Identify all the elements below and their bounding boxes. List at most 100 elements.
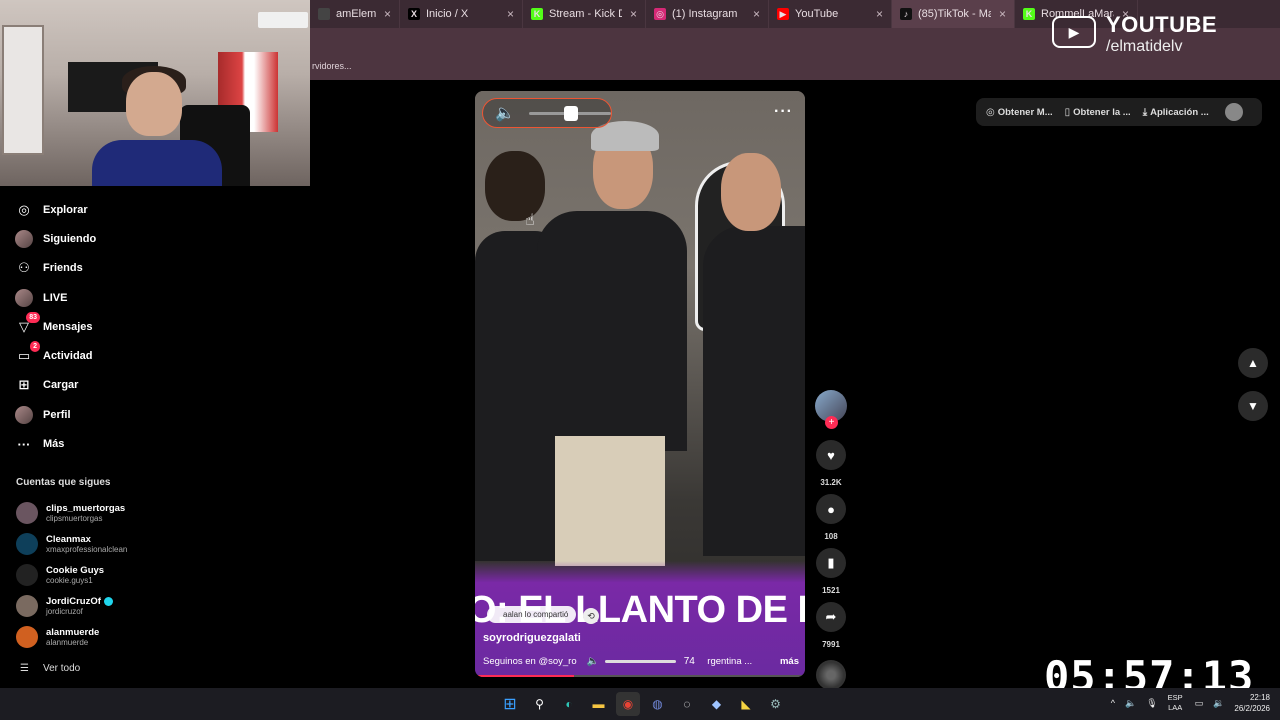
edge-browser-icon[interactable]: ◐: [557, 692, 581, 716]
bookmark-icon[interactable]: ▮: [816, 548, 846, 578]
bookmark-item[interactable]: rvidores...: [312, 61, 352, 71]
tab-favicon-icon: K: [1023, 8, 1035, 20]
previous-video-chevron-up-icon[interactable]: ▲: [1238, 348, 1268, 378]
video-player[interactable]: O: EL LLANTO DE ROBE 🔈 ··· aalan lo comp…: [475, 91, 805, 677]
video-author[interactable]: soyrodriguezgalati: [483, 632, 581, 644]
followed-account[interactable]: alanmuerde alanmuerde: [0, 622, 150, 653]
repost-text: aalan lo compartió: [503, 610, 569, 619]
volume-value: 74: [683, 656, 695, 667]
followed-account[interactable]: JordiCruzOf jordicruzof: [0, 591, 150, 622]
clock-date: 26/2/2026: [1234, 704, 1270, 713]
sidebar-item[interactable]: ⚇ Friends: [0, 254, 150, 283]
messages-icon: ▽ 83: [14, 311, 40, 337]
save-count: 1521: [822, 586, 840, 595]
sidebar-item[interactable]: LIVE: [0, 283, 150, 312]
more-options-button[interactable]: ···: [774, 103, 793, 121]
browser-tab[interactable]: K Stream - Kick Dashb ×: [523, 0, 646, 28]
tab-close-icon[interactable]: ×: [753, 7, 760, 21]
chrome-icon[interactable]: ◉: [616, 692, 640, 716]
file-explorer-icon[interactable]: ▬: [587, 692, 611, 716]
followed-account[interactable]: clips_muertorgas clipsmuertorgas: [0, 498, 150, 529]
inline-volume-bar[interactable]: [605, 660, 676, 663]
microphone-icon[interactable]: 🎙: [1146, 698, 1157, 709]
next-video-chevron-down-icon[interactable]: ▼: [1238, 391, 1268, 421]
download-app-button[interactable]: ⤓ Aplicación ...: [1143, 107, 1209, 118]
tab-close-icon[interactable]: ×: [630, 7, 637, 21]
volume-slider[interactable]: [528, 105, 611, 121]
compass-icon: ◎: [18, 201, 30, 217]
comment-icon[interactable]: ●: [816, 494, 846, 524]
tab-close-icon[interactable]: ×: [384, 7, 391, 21]
keyboard-layout: LAA: [1168, 703, 1183, 712]
follow-plus-icon[interactable]: +: [825, 416, 838, 429]
tab-close-icon[interactable]: ×: [876, 7, 883, 21]
youtube-overlay-title: YOUTUBE: [1106, 12, 1218, 37]
search-icon[interactable]: ⚲: [528, 692, 552, 716]
sidebar-item[interactable]: ▭ 2 Actividad: [0, 341, 150, 370]
volume-control[interactable]: 🔈: [482, 98, 612, 128]
browser-tab[interactable]: ◎ (1) Instagram ×: [646, 0, 769, 28]
steam-icon[interactable]: ◆: [705, 692, 729, 716]
sidebar-item[interactable]: ··· Más: [0, 429, 150, 458]
language-indicator[interactable]: ESP LAA: [1168, 693, 1183, 713]
sidebar-item[interactable]: Siguiendo: [0, 224, 150, 253]
sidebar-item[interactable]: Perfil: [0, 400, 150, 429]
coin-icon: ◎: [986, 106, 995, 118]
tab-close-icon[interactable]: ×: [507, 7, 514, 21]
volume-slider-thumb[interactable]: [563, 105, 578, 121]
user-avatar[interactable]: [1224, 103, 1243, 121]
show-more-link[interactable]: más: [780, 656, 799, 667]
speaker-icon[interactable]: 🔈: [587, 656, 599, 667]
tab-close-icon[interactable]: ×: [999, 7, 1006, 21]
download-icon: ⤓: [1142, 106, 1148, 118]
more-icon: ···: [17, 436, 31, 452]
browser-tab[interactable]: ♪ (85)TikTok - Mak ×: [892, 0, 1015, 28]
video-progress-bar[interactable]: [475, 675, 805, 677]
sidebar-item-label: Siguiendo: [43, 232, 97, 245]
see-all-label: Ver todo: [42, 662, 81, 674]
sidebar-item[interactable]: ▽ 83 Mensajes: [0, 311, 150, 341]
account-avatar: [16, 502, 38, 525]
sidebar-item[interactable]: ◎ Explorar: [0, 195, 150, 224]
account-name: clips_muertorgas: [46, 503, 126, 515]
windows-start-icon[interactable]: ⊞: [498, 692, 522, 716]
browser-tab[interactable]: X Inicio / X ×: [400, 0, 523, 28]
share-count: 7991: [822, 640, 840, 649]
browser-tab[interactable]: ▶ YouTube ×: [769, 0, 892, 28]
obs-icon[interactable]: ◌: [675, 692, 699, 716]
sidebar-nav: ◎ Explorar Siguiendo ⚇ Friends LIVE ▽ 83 Mensaje…: [0, 186, 150, 459]
followed-account[interactable]: Cleanmax xmaxprofessionalclean: [0, 529, 150, 560]
sidebar-item-label: Friends: [43, 262, 83, 275]
volume-icon[interactable]: 🔈: [495, 103, 515, 123]
share-arrow-icon[interactable]: ➦: [816, 602, 846, 632]
like-count: 31.2K: [820, 478, 842, 487]
account-name: alanmuerde: [46, 627, 100, 639]
mouse-cursor-icon: ☝: [525, 212, 535, 229]
like-heart-icon[interactable]: ♥: [816, 440, 846, 470]
tray-chevron-icon[interactable]: ^: [1111, 698, 1115, 708]
discord-icon[interactable]: ◍: [646, 692, 670, 716]
notification-badge: 83: [26, 311, 40, 323]
get-coins-button[interactable]: ◎ Obtener M...: [986, 107, 1053, 118]
speaker-tray-icon[interactable]: 🔉: [1213, 698, 1224, 709]
system-clock[interactable]: 22:18 26/2/2026: [1234, 692, 1270, 714]
clock-time: 22:18: [1249, 693, 1270, 702]
repost-icon[interactable]: ⟲: [583, 608, 599, 624]
account-avatar: [16, 533, 38, 556]
volume-tray-icon[interactable]: 🔈: [1125, 698, 1136, 709]
browser-tab[interactable]: amElements - el ×: [310, 0, 400, 28]
network-icon[interactable]: ▭: [1195, 698, 1204, 709]
followed-account[interactable]: Cookie Guys cookie.guys1: [0, 560, 150, 591]
app-icon[interactable]: ◣: [734, 692, 758, 716]
see-all-link[interactable]: ☰ Ver todo: [0, 653, 150, 674]
description-text: Seguinos en @soy_ro: [483, 656, 577, 667]
creator-avatar[interactable]: +: [815, 390, 847, 429]
settings-gear-icon[interactable]: ⚙: [764, 692, 788, 716]
tab-favicon-icon: ◎: [654, 8, 666, 20]
youtube-logo-icon: ▶: [1052, 16, 1096, 48]
music-disc-icon[interactable]: [816, 660, 846, 690]
sidebar-item[interactable]: ⊞ Cargar: [0, 371, 150, 400]
account-avatar: [16, 595, 38, 618]
repost-chip[interactable]: aalan lo compartió: [487, 606, 577, 623]
get-pc-app-button[interactable]: ▯ Obtener la ...: [1065, 107, 1131, 118]
